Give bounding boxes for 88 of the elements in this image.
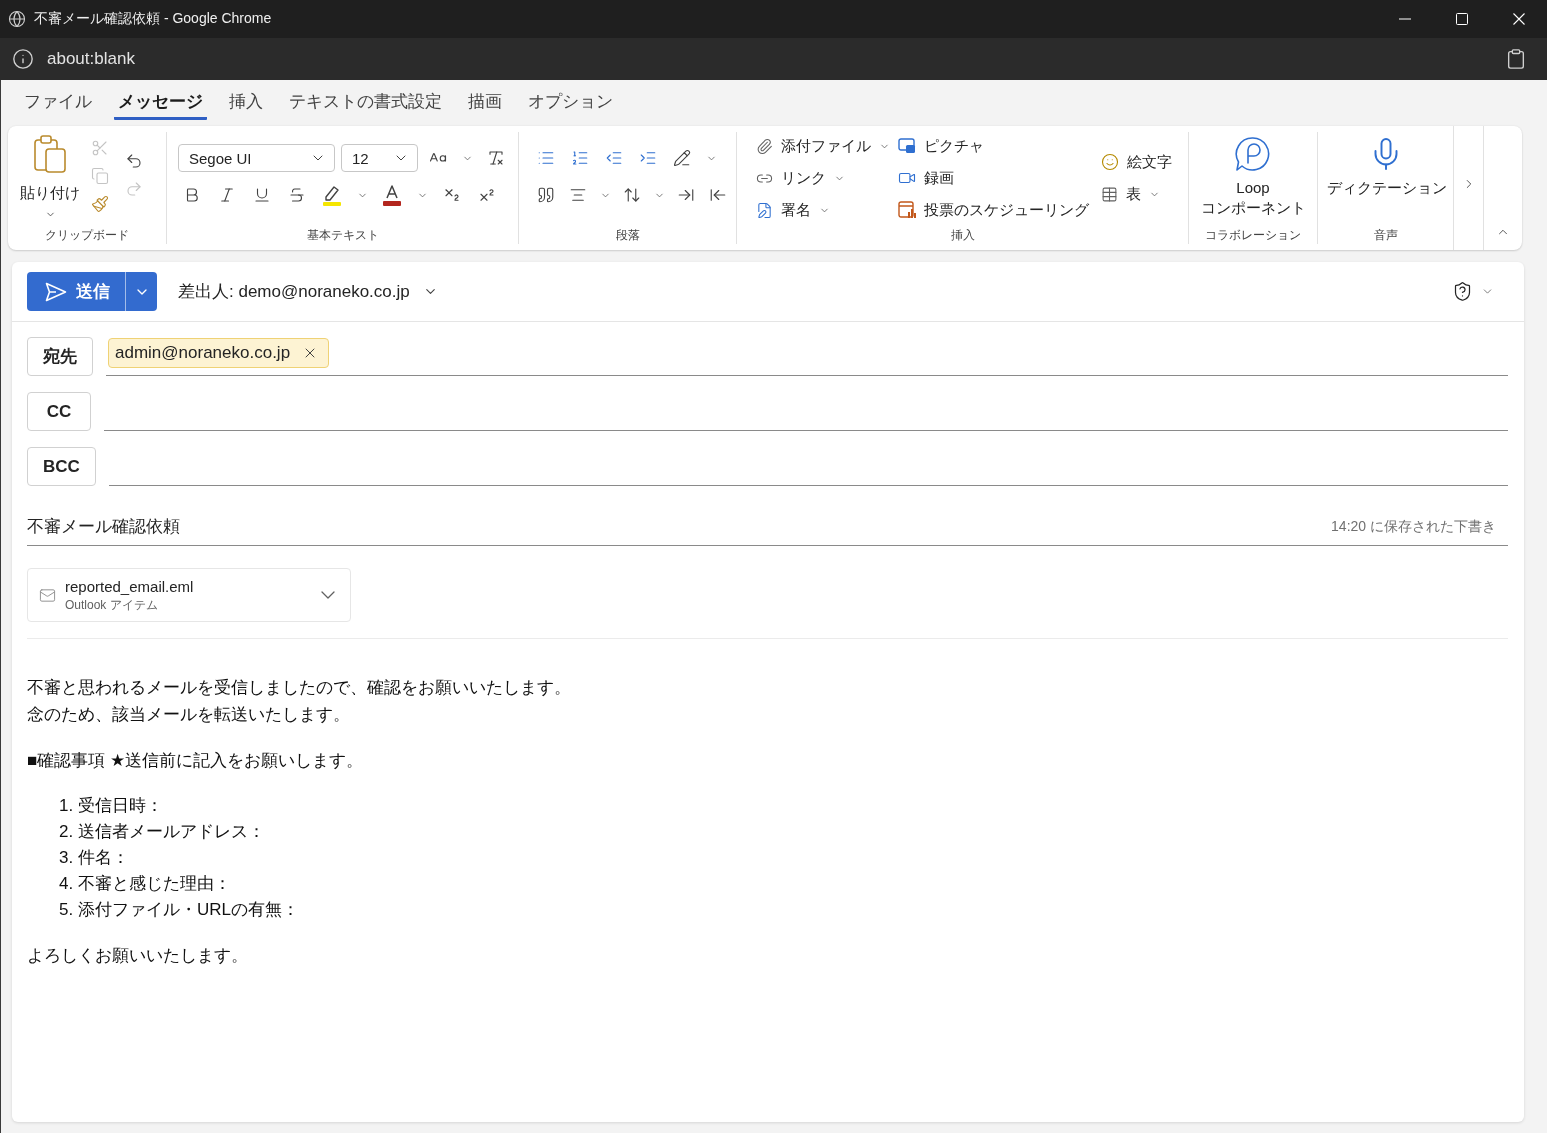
paintbrush-icon	[91, 195, 109, 213]
clipboard-icon	[34, 135, 66, 173]
emoji-button[interactable]: 絵文字	[1095, 146, 1178, 178]
ribbon-tab[interactable]: 描画	[464, 85, 506, 120]
smiley-icon	[1101, 153, 1119, 171]
ribbon-tab[interactable]: メッセージ	[114, 85, 207, 120]
minimize-icon	[1398, 18, 1411, 20]
envelope-icon	[39, 586, 56, 604]
font-size-dropdown[interactable]: 12	[341, 144, 418, 172]
group-label: クリップボード	[44, 227, 130, 244]
indent-icon	[639, 149, 657, 167]
signature-icon	[756, 201, 773, 219]
dictation-button[interactable]: ディクテーション	[1322, 132, 1449, 198]
paste-button[interactable]: 貼り付け	[18, 132, 82, 220]
checklist-item: 1. 受信日時：	[59, 795, 163, 817]
recipient-chip[interactable]: admin@noraneko.co.jp	[108, 338, 330, 368]
recipient-field[interactable]: admin@noraneko.co.jp	[106, 337, 1508, 376]
copy-icon	[91, 167, 109, 185]
send-icon	[45, 281, 67, 302]
up-down-arrows-icon	[623, 186, 641, 204]
strikethrough-icon	[288, 186, 306, 204]
site-info-button[interactable]	[12, 48, 34, 70]
clear-formatting-icon	[487, 149, 505, 167]
superscript-icon	[478, 186, 496, 204]
checklist-item: 2. 送信者メールアドレス：	[59, 821, 265, 843]
body-text: ■確認事項 ★送信前に記入をお願いします。	[27, 750, 364, 772]
arrow-right-icon	[677, 186, 695, 204]
group-label: 段落	[614, 227, 641, 244]
loop-icon	[1235, 136, 1271, 172]
poll-icon	[898, 201, 916, 219]
poll-button[interactable]: 投票のスケジューリング	[892, 194, 1095, 226]
checklist-item: 4. 不審と感じた理由：	[59, 873, 231, 895]
group-label: コラボレーション	[1204, 227, 1302, 244]
attachment-card[interactable]: reported_email.eml Outlook アイテム	[27, 568, 351, 622]
body-text: 念のため、該当メールを転送いたします。	[27, 704, 350, 726]
redo-icon	[125, 180, 143, 198]
arrow-left-icon	[709, 186, 727, 204]
group-label: 音声	[1372, 227, 1399, 244]
ribbon-tab[interactable]: テキストの書式設定	[285, 85, 446, 120]
table-icon	[1101, 185, 1118, 203]
checklist-item: 5. 添付ファイル・URLの有無：	[59, 899, 299, 921]
group-label: 挿入	[949, 227, 976, 244]
group-label: 基本テキスト	[305, 227, 380, 244]
draft-status: 14:20 に保存された下書き	[1331, 517, 1497, 536]
checklist-item: 3. 件名：	[59, 847, 129, 869]
record-button[interactable]: 録画	[892, 162, 960, 194]
underline-icon	[253, 186, 271, 204]
font-dropdown[interactable]: Segoe UI	[178, 144, 335, 172]
highlighter-icon	[322, 184, 342, 206]
ribbon-tab[interactable]: 挿入	[225, 85, 267, 120]
paperclip-icon	[756, 137, 773, 155]
loop-component-button[interactable]: Loop コンポーネント	[1190, 132, 1316, 218]
clipboard-icon	[1505, 48, 1527, 70]
attachment-type: Outlook アイテム	[65, 597, 158, 613]
pencil-icon	[673, 149, 691, 167]
body-text: 不審と思われるメールを受信しましたので、確認をお願いいたします。	[27, 677, 571, 699]
italic-icon	[218, 186, 236, 204]
send-options-button[interactable]	[125, 272, 157, 311]
numbered-list-icon	[571, 149, 589, 167]
font-color-icon	[382, 184, 402, 206]
from-selector[interactable]: 差出人: demo@noraneko.co.jp	[178, 280, 438, 303]
ribbon-tab[interactable]: ファイル	[20, 85, 96, 120]
scissors-icon	[91, 139, 109, 157]
send-button[interactable]: 送信	[27, 272, 125, 311]
window-title: 不審メール確認依頼 - Google Chrome	[34, 10, 272, 28]
close-icon	[1512, 13, 1525, 25]
link-button[interactable]: リンク	[750, 162, 851, 194]
info-icon	[12, 48, 34, 70]
signature-button[interactable]: 署名	[750, 194, 836, 226]
attachment-name: reported_email.eml	[65, 577, 194, 597]
table-button[interactable]: 表	[1095, 178, 1166, 210]
recipient-label-button[interactable]: CC	[27, 392, 91, 431]
subscript-icon	[443, 186, 461, 204]
picture-icon	[898, 138, 916, 154]
ribbon-tab[interactable]: オプション	[524, 85, 617, 120]
globe-icon	[8, 10, 26, 28]
undo-icon	[125, 152, 143, 170]
quote-icon	[537, 186, 555, 204]
body-text: よろしくお願いいたします。	[27, 945, 248, 967]
align-center-icon	[569, 186, 587, 204]
outdent-icon	[605, 149, 623, 167]
subject-field[interactable]: 不審メール確認依頼	[27, 515, 1332, 538]
bulleted-list-icon	[537, 149, 555, 167]
address-field[interactable]: about:blank	[47, 49, 135, 69]
recipient-label-button[interactable]: 宛先	[27, 337, 93, 376]
clipboard-button[interactable]	[1505, 48, 1527, 70]
maximize-icon	[1455, 13, 1468, 25]
recipient-label-button[interactable]: BCC	[27, 447, 96, 486]
